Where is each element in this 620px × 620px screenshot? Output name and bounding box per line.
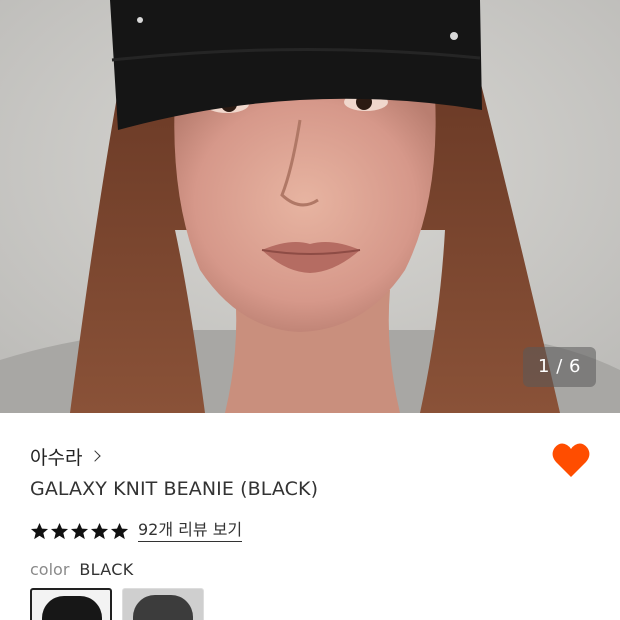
product-title: GALAXY KNIT BEANIE (BLACK) (30, 478, 319, 500)
beanie-thumbnail (42, 596, 102, 620)
reviews-link[interactable]: 92개 리뷰 보기 (138, 520, 243, 542)
rating-row: 92개 리뷰 보기 (30, 518, 243, 544)
color-option-row: color BLACK (30, 560, 134, 579)
star-icon (70, 522, 89, 539)
color-swatch-list (30, 588, 204, 620)
star-rating (30, 522, 129, 541)
star-icon (90, 522, 109, 539)
star-icon (50, 522, 69, 539)
image-page-counter: 1 / 6 (523, 347, 596, 387)
product-info-panel: 아수라 GALAXY KNIT BEANIE (BLACK) 92개 리뷰 보기… (0, 413, 620, 620)
brand-link[interactable]: 아수라 (30, 443, 102, 469)
star-icon (30, 522, 49, 539)
favorite-heart-icon[interactable] (551, 441, 591, 479)
product-image-gallery[interactable]: 1 / 6 (0, 0, 620, 413)
brand-name: 아수라 (30, 446, 83, 469)
selected-color-value: BLACK (79, 560, 134, 579)
chevron-right-icon (89, 450, 102, 462)
color-swatch-gray[interactable] (122, 588, 204, 620)
beanie-thumbnail (133, 595, 193, 620)
color-swatch-black[interactable] (30, 588, 112, 620)
color-label: color (30, 560, 70, 579)
star-icon (110, 522, 129, 539)
